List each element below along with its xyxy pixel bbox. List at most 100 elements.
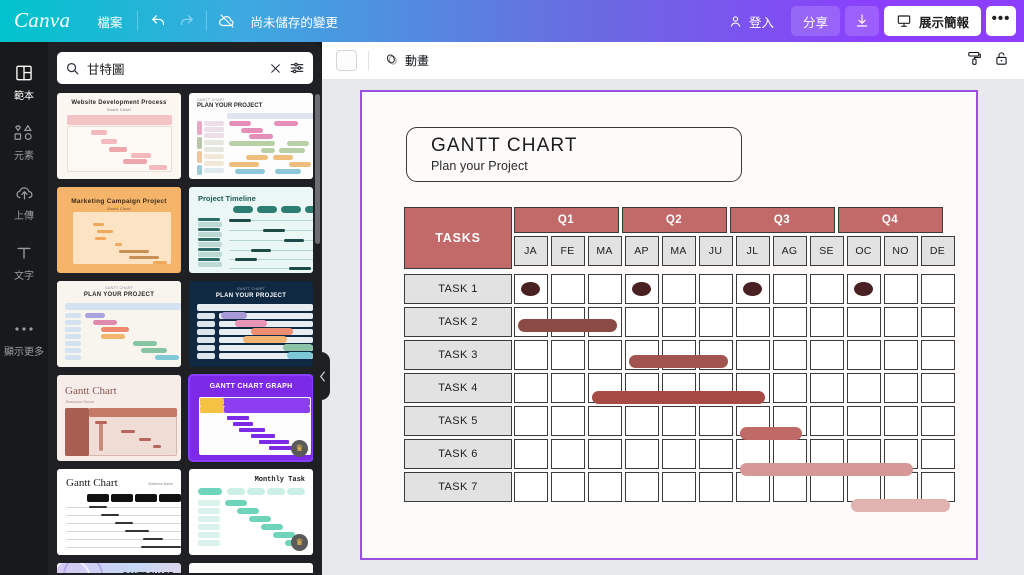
grid-cell[interactable]	[772, 438, 807, 469]
design-page[interactable]: GANTT CHART Plan your Project TASKS Q1 Q…	[360, 90, 978, 560]
grid-cell[interactable]	[809, 273, 844, 304]
table-row[interactable]: TASK 1	[404, 272, 956, 305]
table-row[interactable]: TASK 3	[404, 338, 956, 371]
grid-cell[interactable]	[698, 438, 733, 469]
grid-cell[interactable]	[735, 273, 770, 304]
template-thumb[interactable]: GANTT CHART PLAN YOUR PROJECT	[189, 281, 313, 367]
grid-cell[interactable]	[698, 471, 733, 502]
template-thumb[interactable]: Website Development Process Gantt Chart	[57, 93, 181, 179]
grid-cell[interactable]	[809, 438, 844, 469]
grid-cell[interactable]	[772, 405, 807, 436]
grid-cell[interactable]	[883, 372, 918, 403]
download-icon[interactable]	[844, 6, 879, 36]
table-row[interactable]: TASK 2	[404, 305, 956, 338]
grid-cell[interactable]	[772, 471, 807, 502]
present-button[interactable]: 展示簡報	[883, 6, 981, 36]
grid-cell[interactable]	[846, 438, 881, 469]
undo-icon[interactable]	[144, 7, 172, 35]
more-options-button[interactable]: •••	[986, 6, 1016, 36]
grid-cell[interactable]	[661, 273, 696, 304]
grid-cell[interactable]	[883, 471, 918, 502]
grid-cell[interactable]	[624, 339, 659, 370]
grid-cell[interactable]	[920, 339, 955, 370]
grid-cell[interactable]	[735, 306, 770, 337]
grid-cell[interactable]	[698, 273, 733, 304]
grid-cell[interactable]	[587, 405, 622, 436]
login-button[interactable]: 登入	[716, 6, 786, 36]
grid-cell[interactable]	[772, 273, 807, 304]
paint-roller-icon[interactable]	[966, 50, 983, 72]
filter-icon[interactable]	[289, 60, 305, 76]
grid-cell[interactable]	[550, 471, 585, 502]
grid-cell[interactable]	[772, 339, 807, 370]
grid-cell[interactable]	[920, 306, 955, 337]
grid-cell[interactable]	[809, 306, 844, 337]
template-thumb[interactable]: Monthly Task ♛	[189, 469, 313, 555]
grid-cell[interactable]	[661, 306, 696, 337]
grid-cell[interactable]	[809, 471, 844, 502]
chart-title-box[interactable]: GANTT CHART Plan your Project	[406, 127, 742, 182]
template-thumb[interactable]: GANTT CHART Plan your Project	[189, 563, 313, 573]
grid-cell[interactable]	[809, 405, 844, 436]
grid-cell[interactable]	[846, 339, 881, 370]
grid-cell[interactable]	[587, 372, 622, 403]
animate-button[interactable]: 動畫	[380, 48, 433, 74]
grid-cell[interactable]	[698, 306, 733, 337]
table-row[interactable]: TASK 4	[404, 371, 956, 404]
grid-cell[interactable]	[624, 306, 659, 337]
close-icon[interactable]	[269, 62, 282, 75]
grid-cell[interactable]	[550, 372, 585, 403]
sidebar-item-templates[interactable]: 範本	[0, 52, 48, 112]
grid-cell[interactable]	[920, 372, 955, 403]
template-thumb[interactable]: GANTT CHART PLAN YOUR PROJECT	[57, 281, 181, 367]
grid-cell[interactable]	[809, 339, 844, 370]
template-thumb-selected[interactable]: GANTT CHART GRAPH ♛	[188, 374, 313, 462]
grid-cell[interactable]	[772, 372, 807, 403]
sidebar-item-more[interactable]: 顯示更多	[0, 308, 48, 368]
template-thumb[interactable]: GANTT CHART Business Name	[57, 563, 181, 573]
grid-cell[interactable]	[624, 405, 659, 436]
sidebar-item-text[interactable]: 文字	[0, 232, 48, 292]
grid-cell[interactable]	[846, 471, 881, 502]
grid-cell[interactable]	[587, 273, 622, 304]
grid-cell[interactable]	[883, 438, 918, 469]
grid-cell[interactable]	[883, 273, 918, 304]
grid-cell[interactable]	[587, 471, 622, 502]
grid-cell[interactable]	[920, 471, 955, 502]
grid-cell[interactable]	[661, 405, 696, 436]
grid-cell[interactable]	[735, 405, 770, 436]
file-menu-button[interactable]: 檔案	[88, 7, 131, 35]
grid-cell[interactable]	[661, 471, 696, 502]
grid-cell[interactable]	[735, 438, 770, 469]
grid-cell[interactable]	[661, 438, 696, 469]
template-thumb[interactable]: Project Timeline	[189, 187, 313, 273]
grid-cell[interactable]	[920, 405, 955, 436]
grid-cell[interactable]	[587, 306, 622, 337]
grid-cell[interactable]	[550, 339, 585, 370]
table-row[interactable]: TASK 5	[404, 404, 956, 437]
grid-cell[interactable]	[920, 273, 955, 304]
grid-cell[interactable]	[513, 405, 548, 436]
grid-cell[interactable]	[772, 306, 807, 337]
panel-scrollbar[interactable]	[315, 94, 320, 244]
grid-cell[interactable]	[550, 306, 585, 337]
table-row[interactable]: TASK 7	[404, 470, 956, 503]
template-thumb[interactable]: Marketing Campaign Project Gantt Chart	[57, 187, 181, 273]
template-thumb[interactable]: GANTT CHART PLAN YOUR PROJECT	[189, 93, 313, 179]
grid-cell[interactable]	[513, 471, 548, 502]
sidebar-item-uploads[interactable]: 上傳	[0, 172, 48, 232]
grid-cell[interactable]	[624, 273, 659, 304]
panel-collapse-button[interactable]	[315, 352, 330, 400]
redo-icon[interactable]	[172, 7, 200, 35]
grid-cell[interactable]	[624, 438, 659, 469]
grid-cell[interactable]	[846, 306, 881, 337]
grid-cell[interactable]	[883, 405, 918, 436]
grid-cell[interactable]	[846, 405, 881, 436]
grid-cell[interactable]	[661, 372, 696, 403]
template-thumb[interactable]: Gantt Chart Business Name	[57, 469, 181, 555]
grid-cell[interactable]	[698, 372, 733, 403]
grid-cell[interactable]	[513, 273, 548, 304]
grid-cell[interactable]	[587, 438, 622, 469]
grid-cell[interactable]	[513, 372, 548, 403]
grid-cell[interactable]	[735, 372, 770, 403]
